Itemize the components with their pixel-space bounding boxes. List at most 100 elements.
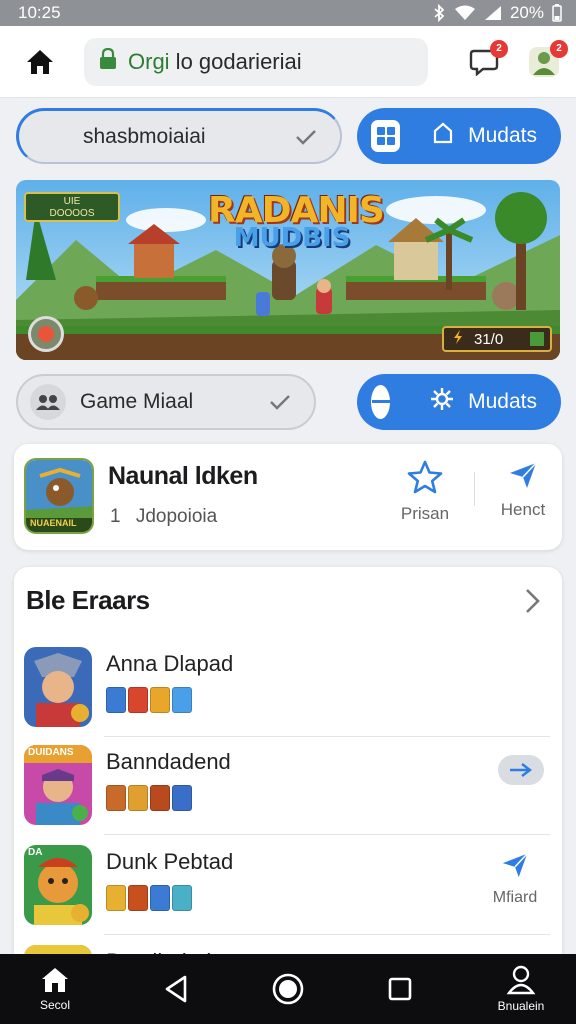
back-button[interactable]	[146, 974, 206, 1004]
banner-score-value: 31/0	[474, 330, 504, 348]
game-icon: DA	[24, 845, 92, 925]
row-divider	[104, 934, 550, 935]
list-item[interactable]: DA Dunk Pebtad Mfiard	[14, 837, 562, 935]
store-icon	[432, 122, 454, 150]
banner-tag-line1: UIE	[63, 196, 81, 207]
nav-home-button[interactable]: Secol	[16, 966, 94, 1012]
game-banner[interactable]: UIE DOOOOS RADANIS MUDBIS 31/0	[16, 180, 560, 360]
mudats-button[interactable]: Mudats	[357, 108, 561, 164]
nav-home-label: Secol	[39, 998, 71, 1012]
game-mode-select-value: Game Miaal	[80, 390, 194, 413]
action-divider	[474, 472, 475, 506]
selector-row-2: Game Miaal Mudats	[16, 374, 561, 430]
send-label: Mfiard	[492, 889, 538, 906]
game-icon-label: DUIDANS	[28, 747, 74, 758]
send-icon	[510, 462, 537, 488]
mudats-button-label: Mudats	[468, 124, 537, 147]
signal-icon	[484, 5, 502, 21]
settings-icon	[430, 387, 454, 417]
banner-score: 31/0	[442, 326, 552, 352]
game-tags	[106, 785, 192, 811]
bottom-nav-bar: Secol Bnualein	[0, 954, 576, 1024]
nav-profile-button[interactable]: Bnualein	[482, 965, 560, 1013]
nav-profile-label: Bnualein	[497, 999, 545, 1013]
featured-game-card[interactable]: NUAENAIL Naunal ldken 1 Jdopoioia Prisan…	[14, 444, 562, 550]
profile-button[interactable]: 2	[526, 39, 568, 80]
lock-icon	[98, 47, 118, 75]
home-button[interactable]	[24, 46, 56, 78]
share-button[interactable]: Henct	[484, 460, 562, 520]
tag-icon	[150, 885, 170, 911]
list-item[interactable]: Anna Dlapad	[14, 639, 562, 737]
recents-square-icon	[388, 977, 412, 1001]
address-prefix: Orgi	[128, 48, 170, 74]
score-box-icon	[530, 332, 544, 346]
banner-title: RADANIS MUDBIS	[208, 190, 385, 253]
tag-icon	[150, 785, 170, 811]
system-home-button[interactable]	[258, 972, 318, 1006]
tag-icon	[106, 785, 126, 811]
notifications-button[interactable]: 2	[466, 39, 508, 80]
game-mode-select[interactable]: Game Miaal	[16, 374, 316, 430]
status-icons: 20%	[432, 3, 562, 23]
address-rest: lo godarieriai	[169, 48, 302, 74]
featured-subtitle-text: Jdopoioia	[135, 506, 218, 527]
featured-number: 1	[110, 506, 121, 527]
share-label: Henct	[500, 500, 546, 519]
game-icon-label: DA	[28, 847, 43, 858]
game-icon: DUIDANS	[24, 745, 92, 825]
game-name: Dunk Pebtad	[106, 849, 234, 874]
game-name: Anna Dlapad	[106, 651, 234, 676]
person-icon	[506, 965, 536, 995]
featured-game-icon: NUAENAIL	[24, 458, 94, 534]
address-bar[interactable]: Orgi lo godarieriai	[84, 37, 428, 86]
row-divider	[104, 834, 550, 835]
tag-icon	[172, 785, 192, 811]
top-app-bar: Orgi lo godarieriai 2 2	[0, 26, 576, 98]
favorite-button[interactable]: Prisan	[386, 460, 464, 524]
status-bar: 10:25 20%	[0, 0, 576, 26]
app-bar-actions: 2 2	[466, 39, 568, 80]
notification-badge: 2	[490, 39, 508, 58]
battery-icon	[552, 4, 562, 22]
tag-icon	[172, 687, 192, 713]
send-icon	[502, 853, 528, 878]
list-item[interactable]: DUIDANS Banndadend	[14, 737, 562, 835]
featured-game-subtitle: 1 Jdopoioia	[110, 506, 217, 528]
game-name: Banndadend	[106, 749, 231, 774]
check-icon	[268, 393, 292, 411]
banner-coin-icon	[28, 316, 64, 352]
mudats-button-2-label: Mudats	[468, 390, 537, 413]
bluetooth-icon	[432, 4, 446, 22]
group-icon	[30, 384, 66, 420]
game-list-card: Ble Eraars Anna Dlapad DUIDANS Banndaden…	[14, 567, 562, 967]
banner-tag: UIE DOOOOS	[24, 192, 120, 222]
favorite-label: Prisan	[400, 504, 450, 523]
recents-button[interactable]	[370, 976, 430, 1002]
category-select-value: shasbmoiaiai	[83, 124, 206, 148]
home-icon	[42, 968, 68, 992]
mudats-button-2[interactable]: Mudats	[357, 374, 561, 430]
chevron-right-icon[interactable]	[524, 587, 542, 620]
send-button[interactable]: Mfiard	[480, 851, 550, 907]
minus-icon	[371, 385, 391, 419]
forward-button[interactable]	[498, 755, 544, 785]
game-icon	[24, 647, 92, 727]
tag-icon	[106, 885, 126, 911]
home-circle-icon	[272, 973, 304, 1005]
list-heading: Ble Eraars	[26, 585, 150, 615]
category-select[interactable]: shasbmoiaiai	[16, 108, 342, 164]
featured-icon-label: NUAENAIL	[30, 518, 77, 528]
featured-game-title: Naunal ldken	[108, 462, 258, 490]
home-icon	[27, 49, 53, 74]
star-icon	[407, 460, 443, 494]
check-icon	[294, 128, 318, 146]
tag-icon	[128, 885, 148, 911]
selector-row-1: shasbmoiaiai Mudats	[16, 108, 561, 164]
address-text: Orgi lo godarieriai	[128, 49, 302, 75]
forward-icon	[510, 763, 532, 777]
status-time: 10:25	[18, 3, 61, 22]
grid-icon	[371, 120, 401, 152]
tag-icon	[172, 885, 192, 911]
tag-icon	[128, 785, 148, 811]
